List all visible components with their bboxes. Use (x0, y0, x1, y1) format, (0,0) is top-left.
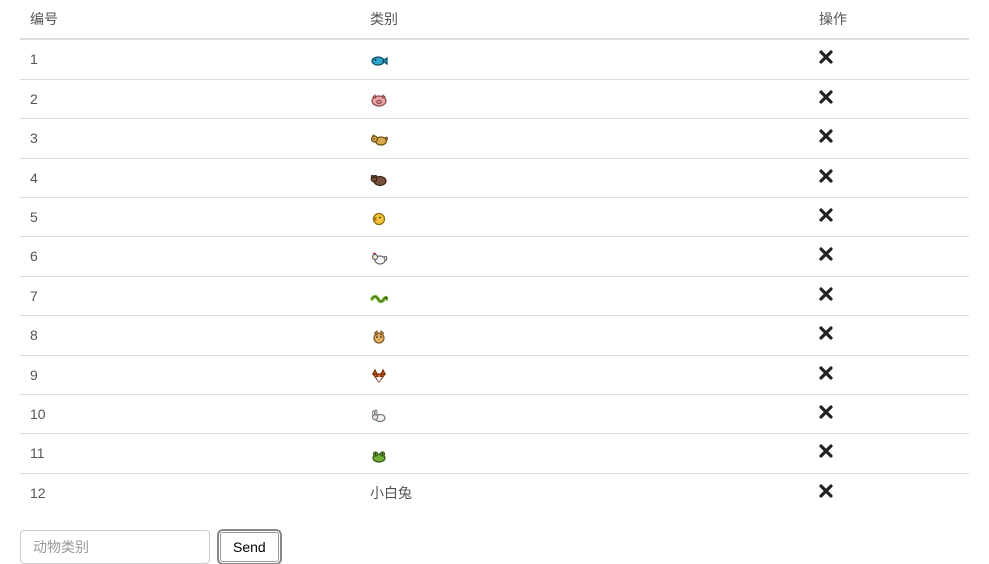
cell-category (360, 434, 809, 473)
delete-icon[interactable] (819, 50, 833, 64)
cell-action (809, 79, 969, 118)
send-button[interactable]: Send (220, 532, 279, 562)
table-row: 4 (20, 158, 969, 197)
table-row: 7 (20, 276, 969, 315)
table-row: 2 (20, 79, 969, 118)
cell-category (360, 316, 809, 355)
cell-id: 6 (20, 237, 360, 276)
table-row: 11 (20, 434, 969, 473)
delete-icon[interactable] (819, 405, 833, 419)
delete-icon[interactable] (819, 366, 833, 380)
pig-icon (370, 91, 388, 107)
cell-id: 9 (20, 355, 360, 394)
rabbit-icon (370, 406, 388, 422)
cell-id: 5 (20, 197, 360, 236)
chick-icon (370, 209, 388, 225)
header-category: 类别 (360, 0, 809, 39)
delete-icon[interactable] (819, 169, 833, 183)
delete-icon[interactable] (819, 287, 833, 301)
cell-id: 4 (20, 158, 360, 197)
cat-icon (370, 327, 388, 343)
dog-icon (370, 130, 388, 146)
cell-id: 8 (20, 316, 360, 355)
delete-icon[interactable] (819, 90, 833, 104)
table-row: 5 (20, 197, 969, 236)
cell-category (360, 158, 809, 197)
table-row: 12 小白兔 (20, 473, 969, 512)
cell-category (360, 276, 809, 315)
table-row: 10 (20, 394, 969, 433)
cell-action (809, 316, 969, 355)
cell-action (809, 434, 969, 473)
delete-icon[interactable] (819, 247, 833, 261)
cell-action (809, 473, 969, 512)
delete-icon[interactable] (819, 444, 833, 458)
delete-icon[interactable] (819, 208, 833, 222)
cell-category (360, 237, 809, 276)
cell-action (809, 158, 969, 197)
category-input[interactable] (20, 530, 210, 564)
cell-id: 11 (20, 434, 360, 473)
frog-icon (370, 445, 388, 461)
cell-action (809, 119, 969, 158)
cell-id: 1 (20, 39, 360, 79)
header-id: 编号 (20, 0, 360, 39)
cell-category (360, 394, 809, 433)
delete-icon[interactable] (819, 484, 833, 498)
cell-category: 小白兔 (360, 473, 809, 512)
cell-action (809, 276, 969, 315)
cell-action (809, 355, 969, 394)
cell-category (360, 197, 809, 236)
table-row: 6 (20, 237, 969, 276)
bear-icon (370, 170, 388, 186)
cell-id: 10 (20, 394, 360, 433)
cell-id: 12 (20, 473, 360, 512)
cell-action (809, 394, 969, 433)
fox-icon (370, 367, 388, 383)
cell-category (360, 355, 809, 394)
fish-icon (370, 51, 388, 67)
table-row: 1 (20, 39, 969, 79)
delete-icon[interactable] (819, 129, 833, 143)
cell-id: 7 (20, 276, 360, 315)
cell-action (809, 39, 969, 79)
header-action: 操作 (809, 0, 969, 39)
add-form: Send (20, 530, 969, 564)
cell-action (809, 197, 969, 236)
cell-id: 3 (20, 119, 360, 158)
rooster-icon (370, 248, 388, 264)
table-row: 9 (20, 355, 969, 394)
snake-icon (370, 288, 388, 304)
cell-category (360, 79, 809, 118)
cell-id: 2 (20, 79, 360, 118)
table-row: 3 (20, 119, 969, 158)
cell-category (360, 119, 809, 158)
animal-table: 编号 类别 操作 12345678 9101112小白兔 (20, 0, 969, 512)
cell-action (809, 237, 969, 276)
category-text: 小白兔 (370, 485, 412, 501)
table-row: 8 (20, 316, 969, 355)
delete-icon[interactable] (819, 326, 833, 340)
cell-category (360, 39, 809, 79)
